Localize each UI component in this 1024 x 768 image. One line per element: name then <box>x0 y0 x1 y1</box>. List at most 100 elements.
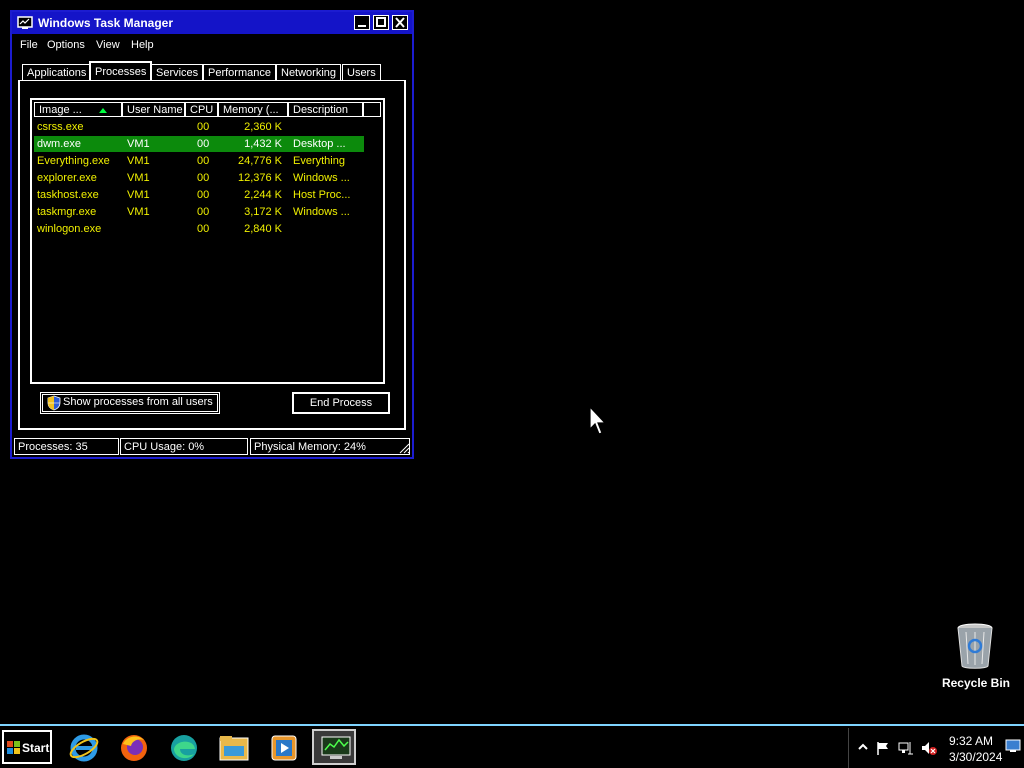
clock-date[interactable]: 3/30/2024 <box>949 750 1002 764</box>
process-description: Everything <box>293 155 345 167</box>
file-explorer-icon <box>219 736 249 761</box>
show-all-processes-button[interactable]: Show processes from all users <box>40 392 220 414</box>
process-row[interactable]: dwm.exe VM1 00 1,432 K Desktop ... <box>34 136 364 152</box>
process-description: Windows ... <box>293 206 350 218</box>
start-button[interactable]: Start <box>2 730 52 764</box>
process-cpu: 00 <box>197 206 210 218</box>
menu-file[interactable]: File <box>20 39 38 51</box>
process-name: taskhost.exe <box>37 189 99 201</box>
minimize-icon <box>358 25 366 27</box>
tab-users[interactable]: Users <box>342 64 381 81</box>
status-cpu-usage: CPU Usage: 0% <box>120 438 248 455</box>
tab-applications[interactable]: Applications <box>22 64 92 81</box>
process-description: Windows ... <box>293 172 350 184</box>
column-header-cpu[interactable]: CPU <box>185 102 218 117</box>
process-name: csrss.exe <box>37 121 84 133</box>
column-header-image-name[interactable]: Image ... <box>34 102 122 117</box>
process-row[interactable]: taskhost.exe VM1 00 2,244 K Host Proc... <box>34 187 364 203</box>
column-header-spacer <box>363 102 381 117</box>
tab-processes[interactable]: Processes <box>89 61 153 81</box>
process-row[interactable]: taskmgr.exe VM1 00 3,172 K Windows ... <box>34 204 364 220</box>
process-user: VM1 <box>127 138 150 150</box>
process-memory: 1,432 K <box>244 138 282 150</box>
process-row[interactable]: Everything.exe VM1 00 24,776 K Everything <box>34 153 364 169</box>
process-name: Everything.exe <box>37 155 110 167</box>
taskbar: Start 9:32 AM 3/30/2024 <box>0 724 1024 768</box>
task-manager-app-icon <box>17 16 33 29</box>
edge-icon <box>171 735 197 761</box>
process-memory: 2,244 K <box>244 189 282 201</box>
taskbar-task-manager[interactable] <box>312 729 356 765</box>
process-user: VM1 <box>127 206 150 218</box>
process-memory: 12,376 K <box>237 172 282 184</box>
show-desktop-icon[interactable] <box>1005 738 1021 754</box>
process-user: VM1 <box>127 155 150 167</box>
process-cpu: 00 <box>197 155 210 167</box>
clock-time[interactable]: 9:32 AM <box>949 734 993 748</box>
process-cpu: 00 <box>197 121 210 133</box>
column-header-description[interactable]: Description <box>288 102 363 117</box>
process-cpu: 00 <box>197 138 210 150</box>
process-cpu: 00 <box>197 172 210 184</box>
process-cpu: 00 <box>197 223 210 235</box>
close-icon <box>395 17 405 28</box>
process-name: winlogon.exe <box>37 223 102 235</box>
tab-services[interactable]: Services <box>151 64 204 81</box>
resize-grip-icon[interactable] <box>398 442 410 454</box>
title-bar[interactable]: Windows Task Manager <box>12 12 412 34</box>
menu-help[interactable]: Help <box>131 39 154 51</box>
taskbar-internet-explorer[interactable] <box>62 729 106 765</box>
process-description: Host Proc... <box>293 189 351 201</box>
action-center-flag-icon[interactable] <box>875 740 891 756</box>
window-title: Windows Task Manager <box>38 16 174 30</box>
process-name: explorer.exe <box>37 172 97 184</box>
process-list[interactable]: Image ... User Name CPU Memory (... Desc… <box>30 98 385 384</box>
windows-logo-icon <box>7 741 20 754</box>
process-memory: 2,360 K <box>244 121 282 133</box>
sort-ascending-icon <box>99 108 107 113</box>
taskbar-media-player[interactable] <box>262 729 306 765</box>
menu-bar: File Options View Help <box>12 36 412 54</box>
menu-view[interactable]: View <box>96 39 120 51</box>
maximize-button[interactable] <box>373 15 389 30</box>
taskbar-file-explorer[interactable] <box>212 729 256 765</box>
process-row[interactable]: explorer.exe VM1 00 12,376 K Windows ... <box>34 170 364 186</box>
desktop: Windows Task Manager File Options View H… <box>0 0 1024 768</box>
process-user: VM1 <box>127 189 150 201</box>
recycle-bin-shortcut[interactable]: Recycle Bin <box>936 622 1016 694</box>
media-player-icon <box>271 735 297 761</box>
process-user: VM1 <box>127 172 150 184</box>
volume-muted-icon[interactable] <box>921 740 937 756</box>
show-all-processes-label: Show processes from all users <box>63 396 213 408</box>
system-tray: 9:32 AM 3/30/2024 <box>848 728 1024 768</box>
process-description: Desktop ... <box>293 138 346 150</box>
process-row[interactable]: csrss.exe 00 2,360 K <box>34 119 364 135</box>
process-memory: 3,172 K <box>244 206 282 218</box>
process-memory: 2,840 K <box>244 223 282 235</box>
show-hidden-icons-icon[interactable] <box>855 740 871 756</box>
minimize-button[interactable] <box>354 15 370 30</box>
mouse-cursor-icon <box>589 406 607 435</box>
status-physical-memory: Physical Memory: 24% <box>250 438 410 455</box>
process-memory: 24,776 K <box>237 155 282 167</box>
firefox-icon <box>121 735 147 761</box>
maximize-icon <box>376 17 386 27</box>
process-row[interactable]: winlogon.exe 00 2,840 K <box>34 221 364 237</box>
column-header-memory[interactable]: Memory (... <box>218 102 288 117</box>
status-processes: Processes: 35 <box>14 438 119 455</box>
end-process-button[interactable]: End Process <box>292 392 390 414</box>
internet-explorer-icon <box>69 734 99 762</box>
column-header-user-name[interactable]: User Name <box>122 102 185 117</box>
tab-performance[interactable]: Performance <box>203 64 276 81</box>
column-header-label: Image ... <box>39 104 82 116</box>
network-icon[interactable] <box>898 740 914 756</box>
close-button[interactable] <box>392 15 408 30</box>
uac-shield-icon <box>47 395 61 411</box>
tab-networking[interactable]: Networking <box>276 64 342 81</box>
recycle-bin-label: Recycle Bin <box>941 676 1011 690</box>
menu-options[interactable]: Options <box>47 39 85 51</box>
process-name: taskmgr.exe <box>37 206 97 218</box>
taskbar-edge[interactable] <box>162 729 206 765</box>
task-manager-icon <box>321 736 351 759</box>
taskbar-firefox[interactable] <box>112 729 156 765</box>
